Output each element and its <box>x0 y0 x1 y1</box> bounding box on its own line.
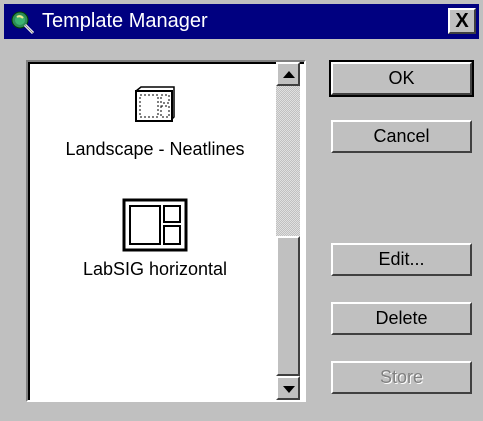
arrow-up-icon <box>283 71 295 78</box>
ok-button[interactable]: OK <box>329 60 474 97</box>
list-item[interactable]: Landscape - Neatlines <box>30 86 280 160</box>
delete-button[interactable]: Delete <box>331 302 472 335</box>
horizontal-template-icon <box>122 198 188 252</box>
scroll-down-button[interactable] <box>276 376 300 400</box>
landscape-template-icon <box>135 86 175 122</box>
list-item[interactable]: LabSIG horizontal <box>30 198 280 280</box>
close-icon: X <box>455 10 469 32</box>
store-button: Store <box>331 361 472 394</box>
title-bar[interactable]: Template Manager X <box>4 4 479 39</box>
cancel-button[interactable]: Cancel <box>331 120 472 153</box>
template-list[interactable]: Landscape - Neatlines LabSIG horizontal <box>26 60 306 402</box>
arrow-down-icon <box>283 386 295 393</box>
vertical-scrollbar[interactable] <box>276 62 300 400</box>
close-button[interactable]: X <box>448 8 476 34</box>
globe-magnifier-icon <box>11 11 35 35</box>
scroll-up-button[interactable] <box>276 62 300 86</box>
template-label: Landscape - Neatlines <box>65 139 245 159</box>
template-label: LabSIG horizontal <box>82 259 228 279</box>
template-manager-dialog: Template Manager X Landscape - Neatlines <box>0 0 483 421</box>
scroll-thumb[interactable] <box>276 236 300 376</box>
edit-button[interactable]: Edit... <box>331 243 472 276</box>
window-title: Template Manager <box>42 10 208 32</box>
